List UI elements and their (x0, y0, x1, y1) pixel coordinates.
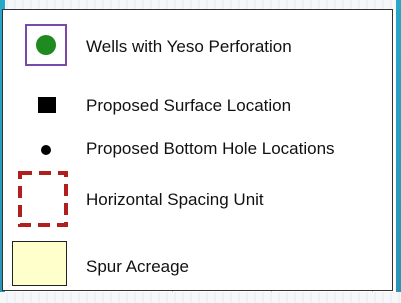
map-legend: Wells with Yeso Perforation Proposed Sur… (2, 9, 393, 291)
black-dot-icon (41, 145, 51, 155)
red-dashed-rectangle-icon (18, 171, 68, 227)
green-well-dot-icon (25, 24, 67, 66)
legend-label-spur: Spur Acreage (86, 257, 190, 276)
legend-label-surface: Proposed Surface Location (86, 96, 292, 115)
yellow-rectangle-icon (12, 241, 67, 286)
map-bottom-strip (0, 292, 401, 303)
black-square-icon (38, 97, 56, 113)
map-right-edge (396, 0, 401, 292)
legend-label-spacing: Horizontal Spacing Unit (86, 190, 264, 209)
legend-label-bottomhole: Proposed Bottom Hole Locations (86, 139, 335, 158)
legend-label-wells: Wells with Yeso Perforation (86, 37, 292, 56)
